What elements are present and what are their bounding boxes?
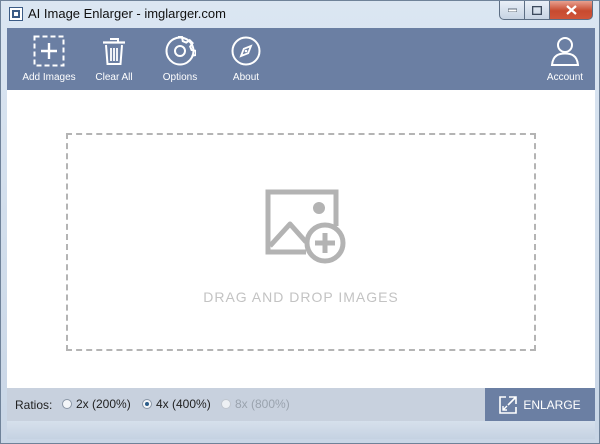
ratio-2x-radio[interactable] — [62, 399, 72, 409]
ratio-8x-label: 8x (800%) — [235, 397, 290, 411]
options-button[interactable]: Options — [147, 28, 213, 90]
maximize-button[interactable] — [525, 1, 550, 20]
compass-icon — [231, 36, 261, 66]
clear-all-label: Clear All — [95, 72, 133, 83]
gear-icon — [165, 36, 196, 66]
trash-icon — [103, 38, 125, 65]
app-logo-icon — [9, 7, 23, 21]
enlarge-icon — [499, 395, 518, 414]
ratio-8x: 8x (800%) — [221, 397, 290, 411]
add-images-button[interactable]: Add Images — [16, 28, 82, 90]
window-title: AI Image Enlarger - imglarger.com — [28, 6, 226, 21]
maximize-icon — [532, 5, 542, 15]
ratio-4x-label: 4x (400%) — [156, 397, 211, 411]
enlarge-label: ENLARGE — [523, 397, 581, 412]
app-window: AI Image Enlarger - imglarger.com Add Im… — [0, 0, 600, 444]
options-label: Options — [162, 72, 198, 83]
enlarge-button[interactable]: ENLARGE — [485, 388, 595, 421]
drop-zone[interactable]: DRAG AND DROP IMAGES — [66, 133, 536, 351]
ratio-2x[interactable]: 2x (200%) — [62, 397, 131, 411]
close-button[interactable] — [550, 1, 593, 20]
account-label: Account — [546, 72, 584, 83]
bottom-bar: Ratios: 2x (200%) 4x (400%) 8x (800%) EN… — [7, 388, 595, 421]
user-icon — [550, 37, 580, 66]
ratio-8x-radio — [221, 399, 231, 409]
clear-all-button[interactable]: Clear All — [81, 28, 147, 90]
ratio-4x[interactable]: 4x (400%) — [142, 397, 211, 411]
ratio-2x-label: 2x (200%) — [76, 397, 131, 411]
close-icon — [565, 5, 577, 15]
minimize-icon — [507, 8, 517, 12]
toolbar: Add Images Clear All Options About Accou… — [7, 28, 595, 90]
title-bar[interactable]: AI Image Enlarger - imglarger.com — [1, 1, 599, 27]
account-button[interactable]: Account — [532, 28, 598, 90]
image-add-icon — [265, 189, 346, 264]
drop-zone-text: DRAG AND DROP IMAGES — [203, 289, 399, 305]
about-button[interactable]: About — [213, 28, 279, 90]
ratio-4x-radio[interactable] — [142, 399, 152, 409]
status-strip — [7, 421, 595, 439]
minimize-button[interactable] — [499, 1, 525, 20]
about-label: About — [232, 72, 260, 83]
window-controls — [499, 1, 593, 20]
add-image-icon — [33, 35, 65, 67]
add-images-label: Add Images — [22, 72, 76, 83]
ratios-label: Ratios: — [15, 398, 53, 412]
content-area: DRAG AND DROP IMAGES — [7, 90, 595, 388]
